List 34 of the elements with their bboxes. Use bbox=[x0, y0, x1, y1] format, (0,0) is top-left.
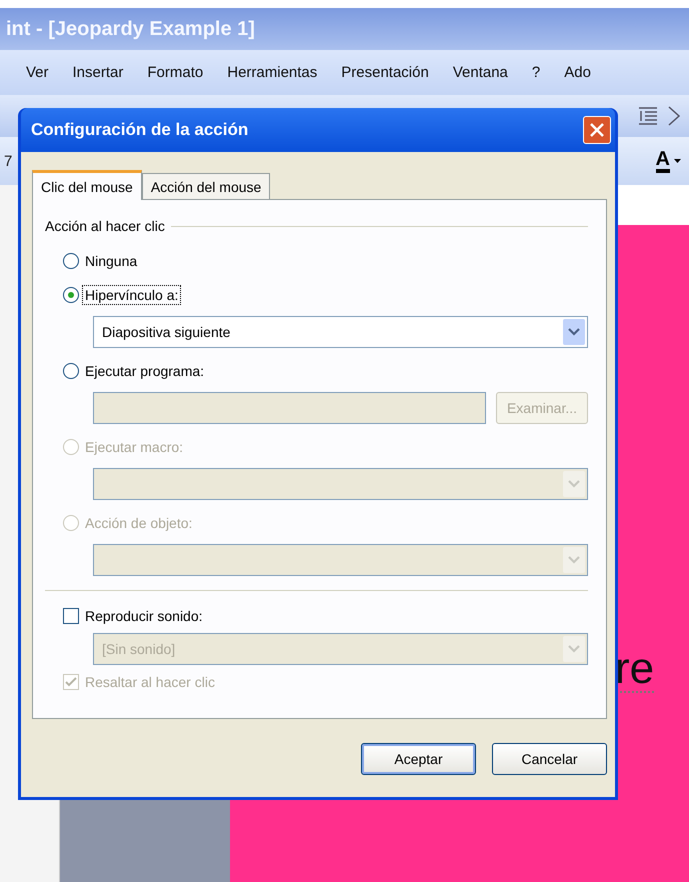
window-title: int - [Jeopardy Example 1] bbox=[6, 18, 255, 40]
radio-button[interactable] bbox=[63, 363, 79, 379]
menu-item[interactable]: Ventana bbox=[440, 64, 520, 81]
checkbox-label[interactable]: Reproducir sonido: bbox=[83, 607, 205, 625]
menu-item[interactable]: Insertar bbox=[60, 64, 136, 81]
radio-label[interactable]: Ninguna bbox=[83, 252, 140, 270]
chevron-icon bbox=[563, 471, 585, 497]
menu-item[interactable]: Presentación bbox=[329, 64, 441, 81]
dialog-button[interactable]: Aceptar bbox=[361, 743, 476, 775]
tab[interactable]: Acción del mouse bbox=[142, 173, 270, 199]
menu-item[interactable]: Ver bbox=[14, 64, 61, 81]
list-icon[interactable] bbox=[637, 105, 659, 127]
menu-item[interactable]: Formato bbox=[135, 64, 216, 81]
menu-item[interactable]: Herramientas bbox=[215, 64, 330, 81]
caret-icon bbox=[674, 159, 681, 163]
menu-item[interactable]: Ado bbox=[552, 64, 603, 81]
radio-label[interactable]: Ejecutar programa: bbox=[83, 362, 206, 380]
chevron-icon bbox=[563, 547, 585, 573]
dialog-title: Configuración de la acción bbox=[31, 120, 248, 140]
font-color-button[interactable]: A bbox=[656, 149, 681, 173]
checkbox[interactable] bbox=[63, 608, 79, 624]
group-label: Acción al hacer clic bbox=[45, 218, 165, 234]
tab[interactable]: Clic del mouse bbox=[32, 170, 142, 200]
radio-button[interactable] bbox=[63, 287, 79, 303]
close-icon bbox=[589, 122, 605, 138]
close-button[interactable] bbox=[583, 116, 611, 144]
dropdown[interactable]: Diapositiva siguiente bbox=[93, 316, 588, 348]
chevron-icon bbox=[563, 636, 585, 662]
toolbar-text: 7 bbox=[4, 152, 12, 170]
menu-item[interactable]: ? bbox=[520, 64, 552, 81]
radio-button[interactable] bbox=[63, 253, 79, 269]
radio-label[interactable]: Hipervínculo a: bbox=[83, 286, 180, 304]
dialog-button[interactable]: Cancelar bbox=[492, 743, 607, 775]
chevron-icon bbox=[563, 319, 585, 345]
